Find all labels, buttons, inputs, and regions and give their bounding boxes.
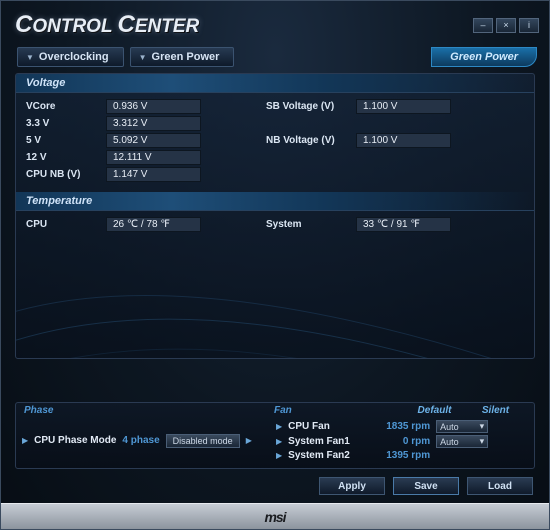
main-panel: Voltage VCore 0.936 V SB Voltage (V) 1.1… — [15, 73, 535, 359]
phase-label: CPU Phase Mode — [34, 435, 116, 446]
minimize-button[interactable]: – — [473, 18, 493, 33]
voltage-label: SB Voltage (V) — [266, 99, 356, 114]
chevron-down-icon: ▼ — [139, 53, 147, 62]
fan-name: System Fan1 — [288, 436, 368, 447]
fan-row: ▶ CPU Fan 1835 rpm Auto▾ — [276, 419, 526, 434]
tab-label: Green Power — [152, 51, 220, 63]
triangle-icon: ▶ — [246, 436, 252, 445]
info-button[interactable]: i — [519, 18, 539, 33]
column-default: Default — [404, 405, 465, 416]
voltage-value: 3.312 V — [106, 116, 201, 131]
temp-value: 33 ℃ / 91 ℉ — [356, 217, 451, 232]
bottom-header: Phase Fan Default Silent — [16, 403, 534, 417]
fan-name: CPU Fan — [288, 421, 368, 432]
temp-value: 26 ℃ / 78 ℉ — [106, 217, 201, 232]
app-window: CONTROL CENTER – × i ▼ Overclocking ▼ Gr… — [0, 0, 550, 530]
temperature-grid: CPU 26 ℃ / 78 ℉ System 33 ℃ / 91 ℉ — [16, 211, 534, 242]
voltage-value: 5.092 V — [106, 133, 201, 148]
footer-brand: msi — [1, 503, 549, 529]
voltage-label: CPU NB (V) — [26, 167, 106, 182]
temperature-header: Temperature — [16, 192, 534, 211]
voltage-value: 12.111 V — [106, 150, 201, 165]
voltage-label: 3.3 V — [26, 116, 106, 131]
triangle-icon: ▶ — [276, 422, 282, 431]
bottom-body: ▶ CPU Phase Mode 4 phase Disabled mode ▶… — [16, 417, 534, 468]
titlebar: CONTROL CENTER – × i — [1, 1, 549, 47]
triangle-icon: ▶ — [276, 451, 282, 460]
fan-row: ▶ System Fan1 0 rpm Auto▾ — [276, 434, 526, 449]
voltage-value: 1.147 V — [106, 167, 201, 182]
voltage-value: 0.936 V — [106, 99, 201, 114]
fan-column: ▶ CPU Fan 1835 rpm Auto▾ ▶ System Fan1 0… — [276, 419, 526, 462]
voltage-label: NB Voltage (V) — [266, 133, 356, 148]
voltage-label: VCore — [26, 99, 106, 114]
tab-overclocking[interactable]: ▼ Overclocking — [17, 47, 124, 67]
column-silent: Silent — [465, 405, 526, 416]
voltage-label: 5 V — [26, 133, 106, 148]
voltage-label: 12 V — [26, 150, 106, 165]
temp-label: System — [266, 217, 356, 232]
action-row: Apply Save Load — [319, 477, 533, 495]
fan-mode-select[interactable]: Auto▾ — [436, 420, 488, 433]
fan-row: ▶ System Fan2 1395 rpm — [276, 449, 526, 462]
phase-mode-button[interactable]: Disabled mode — [166, 434, 240, 448]
phase-count: 4 phase — [122, 435, 159, 446]
temp-label: CPU — [26, 217, 106, 232]
phase-header: Phase — [24, 405, 274, 416]
dropdown-icon: ▾ — [480, 421, 485, 432]
triangle-icon: ▶ — [276, 437, 282, 446]
fan-rpm: 1395 rpm — [374, 450, 430, 461]
voltage-value: 1.100 V — [356, 133, 451, 148]
voltage-grid: VCore 0.936 V SB Voltage (V) 1.100 V 3.3… — [16, 93, 534, 192]
bottom-panel: Phase Fan Default Silent ▶ CPU Phase Mod… — [15, 402, 535, 469]
active-section-pill: Green Power — [431, 47, 537, 67]
fan-mode-select[interactable]: Auto▾ — [436, 435, 488, 448]
dropdown-icon: ▾ — [480, 436, 485, 447]
voltage-value: 1.100 V — [356, 99, 451, 114]
fan-rpm: 0 rpm — [374, 436, 430, 447]
app-title: CONTROL CENTER — [15, 11, 199, 39]
fan-rpm: 1835 rpm — [374, 421, 430, 432]
fan-name: System Fan2 — [288, 450, 368, 461]
fan-header: Fan — [274, 405, 404, 416]
apply-button[interactable]: Apply — [319, 477, 385, 495]
tab-green-power[interactable]: ▼ Green Power — [130, 47, 235, 67]
save-button[interactable]: Save — [393, 477, 459, 495]
chevron-down-icon: ▼ — [26, 53, 34, 62]
window-controls: – × i — [473, 18, 539, 33]
close-button[interactable]: × — [496, 18, 516, 33]
voltage-header: Voltage — [16, 74, 534, 93]
tab-label: Overclocking — [39, 51, 109, 63]
tabs-row: ▼ Overclocking ▼ Green Power Green Power — [1, 47, 549, 67]
triangle-icon: ▶ — [22, 436, 28, 445]
phase-row: ▶ CPU Phase Mode 4 phase Disabled mode ▶ — [22, 419, 272, 462]
load-button[interactable]: Load — [467, 477, 533, 495]
